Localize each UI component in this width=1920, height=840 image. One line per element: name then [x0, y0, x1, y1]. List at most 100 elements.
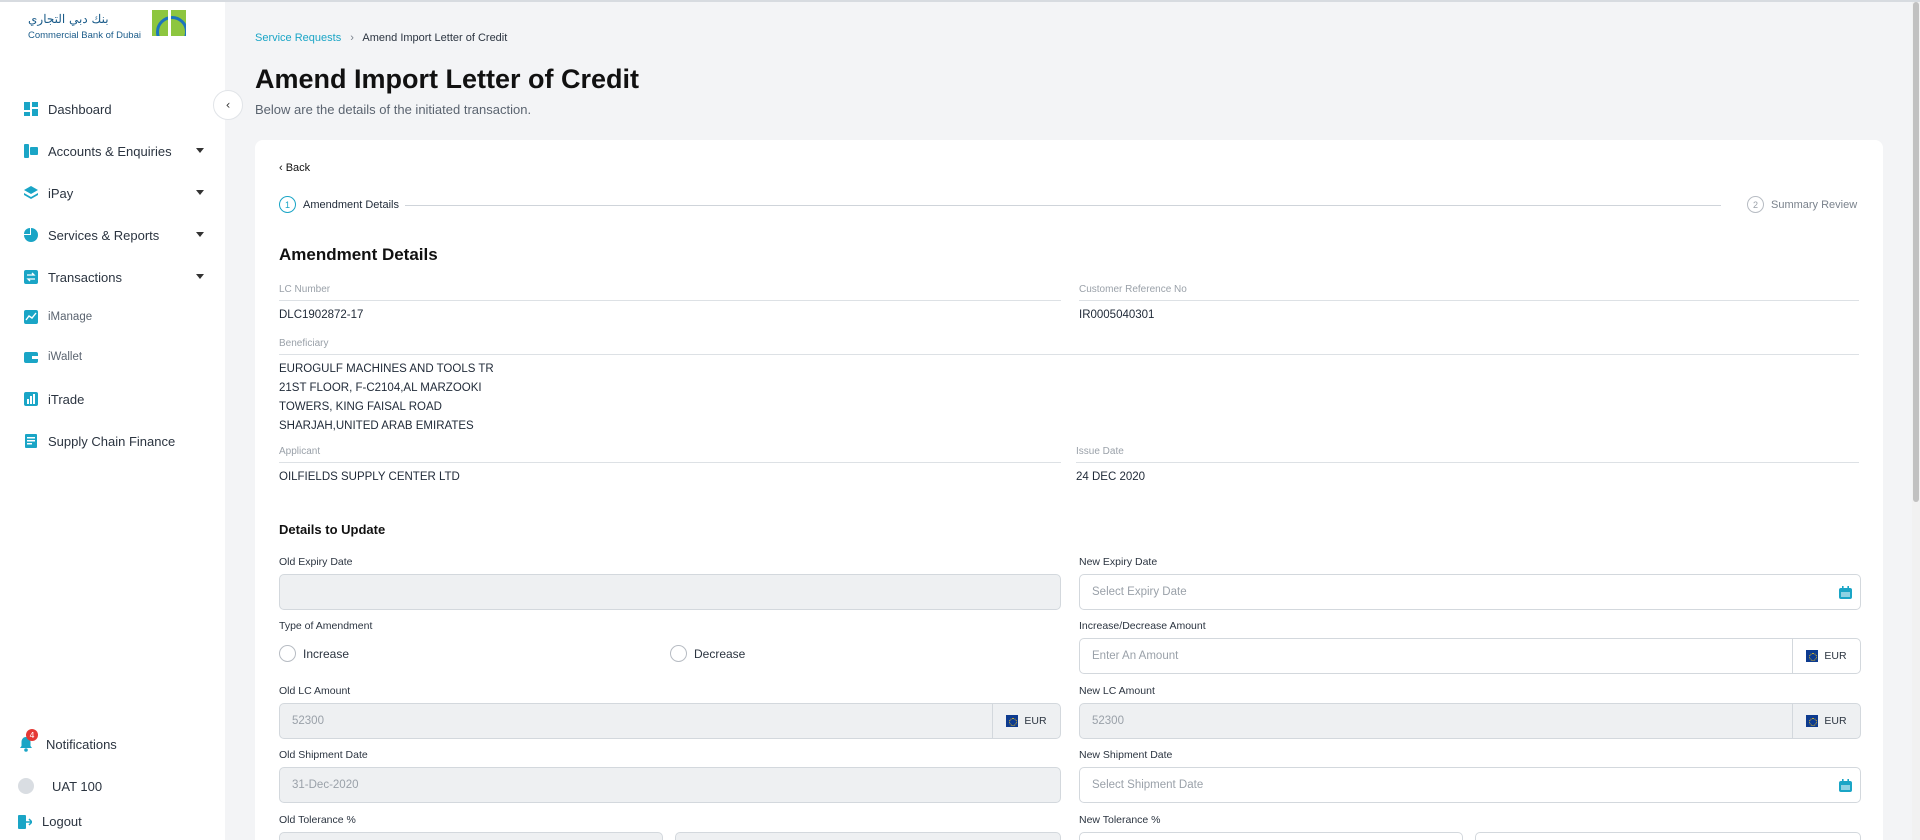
divider [279, 300, 1061, 301]
sidebar-item-imanage[interactable]: iManage [24, 306, 204, 328]
radio-circle [279, 645, 296, 662]
sidebar-item-label: iTrade [48, 391, 85, 407]
new-shipment-date-label: New Shipment Date [1079, 749, 1173, 761]
divider [1079, 300, 1859, 301]
old-lc-amount-value: 52300 [292, 715, 324, 727]
amendment-card: ‹ Back 1 Amendment Details 2 Summary Rev… [255, 140, 1883, 840]
transactions-icon [24, 270, 38, 284]
chevron-down-icon [196, 148, 204, 153]
new-tolerance-label: New Tolerance % [1079, 814, 1161, 826]
page-subtitle: Below are the details of the initiated t… [255, 102, 532, 117]
sidebar-item-label: Accounts & Enquiries [48, 143, 172, 159]
step-number: 1 [279, 196, 296, 213]
new-tolerance-plus-field[interactable] [1079, 832, 1463, 840]
breadcrumb-separator: › [350, 32, 354, 44]
increase-decrease-amount-input[interactable]: Enter An Amount EUR [1079, 638, 1861, 674]
sidebar-item-label: Supply Chain Finance [48, 433, 176, 449]
amount-placeholder: Enter An Amount [1092, 650, 1179, 662]
new-expiry-date-field[interactable]: Select Expiry Date [1079, 574, 1861, 610]
divider [279, 462, 1061, 463]
bank-name-arabic: بنك دبي التجاري [28, 12, 109, 26]
divider [279, 354, 1859, 355]
old-tolerance-plus-field [279, 832, 663, 840]
sidebar-item-accounts[interactable]: Accounts & Enquiries [24, 140, 204, 162]
old-expiry-date-field [279, 574, 1061, 610]
step-number: 2 [1747, 196, 1764, 213]
avatar [18, 778, 34, 794]
logout-button[interactable]: Logout [18, 814, 82, 829]
new-lc-amount-label: New LC Amount [1079, 685, 1155, 697]
beneficiary-label: Beneficiary [279, 338, 329, 349]
sidebar-item-label: iWallet [48, 351, 83, 363]
increase-radio[interactable]: Increase [279, 645, 349, 662]
sidebar-item-services-reports[interactable]: Services & Reports [24, 224, 204, 246]
sidebar-item-label: iManage [48, 311, 93, 323]
notifications-button[interactable]: 4 Notifications [18, 729, 117, 752]
applicant-value: OILFIELDS SUPPLY CENTER LTD [279, 471, 460, 483]
user-name: UAT 100 [52, 778, 103, 794]
bank-logo[interactable]: بنك دبي التجاري Commercial Bank of Dubai [28, 10, 188, 42]
sidebar-item-ipay[interactable]: iPay [24, 182, 204, 204]
new-shipment-date-placeholder: Select Shipment Date [1092, 779, 1204, 791]
notifications-label: Notifications [46, 736, 117, 752]
radio-label: Increase [303, 646, 350, 661]
sidebar-item-dashboard[interactable]: Dashboard [24, 98, 204, 120]
radio-label: Decrease [694, 646, 746, 661]
sidebar-item-label: Transactions [48, 269, 122, 285]
sidebar-item-transactions[interactable]: Transactions [24, 266, 204, 288]
chevron-left-icon: ‹ [225, 98, 231, 112]
applicant-label: Applicant [279, 446, 321, 457]
customer-reference-label: Customer Reference No [1079, 284, 1187, 295]
sidebar-item-iwallet[interactable]: iWallet [24, 346, 204, 368]
sidebar-item-label: iPay [48, 185, 74, 201]
page-title: Amend Import Letter of Credit [255, 64, 640, 94]
logout-icon [18, 814, 32, 829]
chevron-down-icon [196, 274, 204, 279]
customer-reference-value: IR0005040301 [1079, 309, 1155, 321]
section-title: Amendment Details [279, 245, 438, 264]
collapse-sidebar-button[interactable]: ‹ [213, 90, 243, 120]
sidebar-item-label: Dashboard [48, 101, 112, 117]
new-expiry-date-placeholder: Select Expiry Date [1092, 586, 1187, 598]
divider [1076, 462, 1859, 463]
notification-count-badge: 4 [26, 729, 38, 741]
issue-date-label: Issue Date [1076, 446, 1124, 457]
itrade-icon [24, 392, 38, 406]
old-shipment-date-value: 31-Dec-2020 [292, 779, 359, 791]
logout-label: Logout [42, 814, 82, 829]
new-lc-amount-field: 52300 EUR [1079, 703, 1861, 739]
eu-flag-icon [1806, 650, 1819, 662]
pie-chart-icon [24, 228, 38, 242]
old-lc-amount-label: Old LC Amount [279, 685, 351, 697]
calendar-icon[interactable] [1839, 586, 1852, 599]
step-summary-review[interactable]: 2 Summary Review [1741, 196, 1858, 213]
sidebar-item-supply-chain-finance[interactable]: Supply Chain Finance [24, 430, 204, 452]
old-tolerance-label: Old Tolerance % [279, 814, 356, 826]
beneficiary-line: 21ST FLOOR, F-C2104,AL MARZOOKI [279, 382, 482, 394]
step-label: Amendment Details [303, 198, 399, 211]
breadcrumb-link-service-requests[interactable]: Service Requests [255, 32, 341, 44]
new-tolerance-minus-field[interactable] [1475, 832, 1861, 840]
dashboard-icon [24, 102, 38, 116]
top-border [0, 0, 1920, 2]
currency-display: EUR [992, 704, 1060, 738]
back-link[interactable]: ‹ Back [279, 162, 310, 174]
old-tolerance-minus-field [675, 832, 1061, 840]
old-shipment-date-label: Old Shipment Date [279, 749, 368, 761]
user-profile[interactable]: UAT 100 [18, 778, 102, 794]
bell-icon: 4 [18, 729, 38, 752]
decrease-radio[interactable]: Decrease [670, 645, 745, 662]
calendar-icon[interactable] [1839, 779, 1852, 792]
page-scrollbar[interactable] [1912, 2, 1920, 840]
step-amendment-details[interactable]: 1 Amendment Details [279, 196, 405, 213]
details-to-update-title: Details to Update [279, 522, 386, 537]
eu-flag-icon [1806, 715, 1819, 727]
sidebar-item-itrade[interactable]: iTrade [24, 388, 204, 410]
supply-chain-icon [24, 434, 38, 448]
beneficiary-line: TOWERS, KING FAISAL ROAD [279, 401, 442, 413]
currency-selector[interactable]: EUR [1792, 639, 1860, 673]
currency-code: EUR [1824, 650, 1847, 662]
currency-code: EUR [1824, 715, 1847, 727]
scrollbar-thumb[interactable] [1913, 2, 1919, 502]
new-shipment-date-field[interactable]: Select Shipment Date [1079, 767, 1861, 803]
